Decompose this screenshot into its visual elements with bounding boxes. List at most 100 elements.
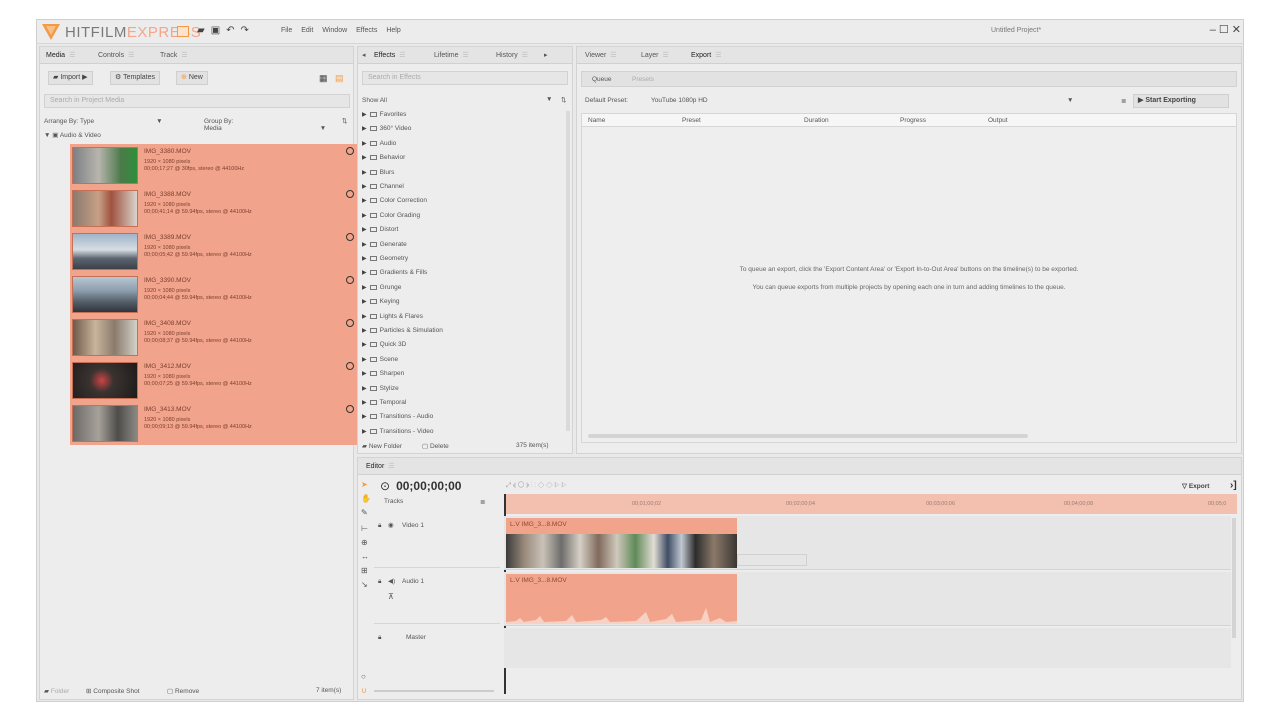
effects-category[interactable]: ▶ Favorites	[362, 111, 406, 118]
slice-tool-icon[interactable]: ✎	[361, 508, 368, 517]
select-tool-icon[interactable]: ➤	[361, 480, 368, 489]
menu-file[interactable]: File	[281, 27, 292, 34]
track-tool-icon[interactable]: ⊞	[361, 566, 368, 575]
default-preset-select[interactable]: YouTube 1080p HD	[651, 97, 708, 104]
curve-tool-icon[interactable]: ↘	[361, 580, 368, 589]
ripple-tool-icon[interactable]: ⊢	[361, 524, 368, 533]
undo-icon[interactable]: ↶	[226, 25, 234, 36]
timecode-display[interactable]: ⊙ 00;00;00;00	[380, 479, 461, 493]
timeline-ruler[interactable]: 00;01;00;02 00;02;00;04 00;03;00;06 00;0…	[504, 494, 1237, 514]
lock-icon[interactable]: 🔒︎	[378, 578, 381, 586]
magnet-icon[interactable]: ∪	[361, 686, 367, 695]
media-search-input[interactable]: Search in Project Media	[44, 94, 350, 108]
col-name[interactable]: Name	[588, 117, 605, 124]
effects-sort-icon[interactable]: ⇅	[561, 96, 566, 104]
start-exporting-button[interactable]: ▶ Start Exporting	[1133, 94, 1229, 108]
arrange-by-select[interactable]: Arrange By: Type ▼	[44, 118, 163, 125]
audio-level-icon[interactable]: ⊼	[388, 592, 394, 601]
tab-controls[interactable]: Controls ☰	[98, 51, 134, 59]
effects-category[interactable]: ▶ Color Grading	[362, 212, 420, 219]
folder-audio-video[interactable]: ▼ ▣ Audio & Video	[44, 131, 101, 139]
sort-icon[interactable]: ⇅	[342, 117, 347, 125]
effects-category[interactable]: ▶ Gradients & Fills	[362, 269, 427, 276]
panel-forward-icon[interactable]: ▸	[544, 51, 548, 59]
grid-view-icon[interactable]: ▦	[319, 73, 328, 84]
new-button[interactable]: ⊕ New	[176, 71, 208, 85]
media-item[interactable]: IMG_3389.MOV 1920 × 1080 pixels 00;00;05;…	[70, 230, 360, 273]
new-folder-button[interactable]: ▰ New Folder	[362, 442, 402, 450]
effects-category[interactable]: ▶ Quick 3D	[362, 341, 406, 348]
lock-icon[interactable]: 🔒︎	[378, 522, 381, 530]
show-all-select[interactable]: Show All	[362, 97, 387, 104]
folder-button[interactable]: ▰ Folder	[44, 687, 69, 695]
effects-category[interactable]: ▶ Particles & Simulation	[362, 327, 443, 334]
remove-button[interactable]: ▢ Remove	[167, 687, 199, 695]
templates-button[interactable]: ⚙ Templates	[110, 71, 160, 85]
delete-button[interactable]: ▢ Delete	[422, 442, 449, 450]
col-preset[interactable]: Preset	[682, 117, 701, 124]
effects-category[interactable]: ▶ Geometry	[362, 255, 408, 262]
effects-category[interactable]: ▶ Transitions - Video	[362, 428, 433, 435]
export-horizontal-scrollbar[interactable]	[588, 434, 1028, 438]
tab-export[interactable]: Export ☰	[691, 51, 722, 59]
circle-tool-icon[interactable]: ○	[361, 672, 366, 681]
timeline-vertical-scrollbar[interactable]	[1232, 518, 1236, 638]
subtab-presets[interactable]: Presets	[632, 76, 654, 83]
audio-clip[interactable]: L.V IMG_3...8.MOV	[506, 574, 737, 624]
tab-layer[interactable]: Layer ☰	[641, 51, 669, 59]
tab-viewer[interactable]: Viewer ☰	[585, 51, 617, 59]
hand-tool-icon[interactable]: ✋	[361, 494, 371, 503]
menu-help[interactable]: Help	[386, 27, 400, 34]
speaker-icon[interactable]: ◀)	[388, 577, 395, 585]
effects-category[interactable]: ▶ Blurs	[362, 169, 394, 176]
lock-icon[interactable]: 🔒︎	[378, 634, 381, 642]
tab-track[interactable]: Track ☰	[160, 51, 188, 59]
preset-dropdown-icon[interactable]: ▼	[1067, 97, 1073, 104]
effects-category[interactable]: ▶ Temporal	[362, 399, 406, 406]
effects-category[interactable]: ▶ Sharpen	[362, 370, 404, 377]
composite-shot-button[interactable]: ⊞ Composite Shot	[86, 687, 140, 695]
window-controls[interactable]: – ☐ ✕	[1210, 23, 1241, 36]
media-item[interactable]: IMG_3390.MOV 1920 × 1080 pixels 00;00;04;…	[70, 273, 360, 316]
effects-category[interactable]: ▶ Scene	[362, 356, 398, 363]
zoom-slider[interactable]	[374, 690, 494, 692]
subtab-queue[interactable]: Queue	[592, 76, 612, 83]
effects-category[interactable]: ▶ Grunge	[362, 284, 401, 291]
transport-controls[interactable]: ⤢ ⟪ ◯ ⟫ ⋮ ⋮ ◇ ◇ ▷ ▷	[506, 482, 567, 490]
tab-lifetime[interactable]: Lifetime ☰	[434, 51, 469, 59]
col-duration[interactable]: Duration	[804, 117, 829, 124]
menu-effects[interactable]: Effects	[356, 27, 377, 34]
effects-category[interactable]: ▶ Behavior	[362, 154, 405, 161]
effects-category[interactable]: ▶ Transitions - Audio	[362, 413, 433, 420]
tab-editor[interactable]: Editor ☰	[366, 462, 395, 470]
effects-category[interactable]: ▶ Generate	[362, 241, 407, 248]
roll-tool-icon[interactable]: ⊕	[361, 538, 368, 547]
slip-tool-icon[interactable]: ↔	[361, 552, 369, 561]
timeline-export-button[interactable]: ▽ Export	[1182, 482, 1209, 490]
media-item[interactable]: IMG_3413.MOV 1920 × 1080 pixels 00;00;09;…	[70, 402, 360, 445]
tab-history[interactable]: History ☰	[496, 51, 528, 59]
menu-window[interactable]: Window	[322, 27, 347, 34]
tab-effects[interactable]: Effects ☰	[374, 51, 406, 59]
open-folder-icon[interactable]: ▰	[197, 25, 205, 36]
media-item[interactable]: IMG_3380.MOV 1920 × 1080 pixels 00;00;17;…	[70, 144, 360, 187]
list-view-icon[interactable]: ▤	[335, 73, 344, 84]
menu-edit[interactable]: Edit	[301, 27, 313, 34]
effects-category[interactable]: ▶ Lights & Flares	[362, 313, 423, 320]
effects-category[interactable]: ▶ Audio	[362, 140, 396, 147]
panel-back-icon[interactable]: ◂	[362, 51, 366, 59]
effects-category[interactable]: ▶ Channel	[362, 183, 404, 190]
media-item[interactable]: IMG_3388.MOV 1920 × 1080 pixels 00;00;41;…	[70, 187, 360, 230]
eye-icon[interactable]: ◉	[388, 521, 394, 529]
tracks-menu-icon[interactable]: ≣	[480, 498, 485, 506]
col-progress[interactable]: Progress	[900, 117, 926, 124]
save-icon[interactable]: ▣	[211, 25, 220, 36]
col-output[interactable]: Output	[988, 117, 1008, 124]
queue-list-icon[interactable]: ≣	[1121, 97, 1126, 105]
effects-category[interactable]: ▶ Keying	[362, 298, 400, 305]
effects-search-input[interactable]: Search in Effects	[362, 71, 568, 85]
effects-category[interactable]: ▶ 360° Video	[362, 125, 411, 132]
effects-category[interactable]: ▶ Distort	[362, 226, 398, 233]
effects-scrollbar[interactable]	[566, 111, 570, 431]
video-clip[interactable]: L.V IMG_3...8.MOV	[506, 518, 737, 568]
